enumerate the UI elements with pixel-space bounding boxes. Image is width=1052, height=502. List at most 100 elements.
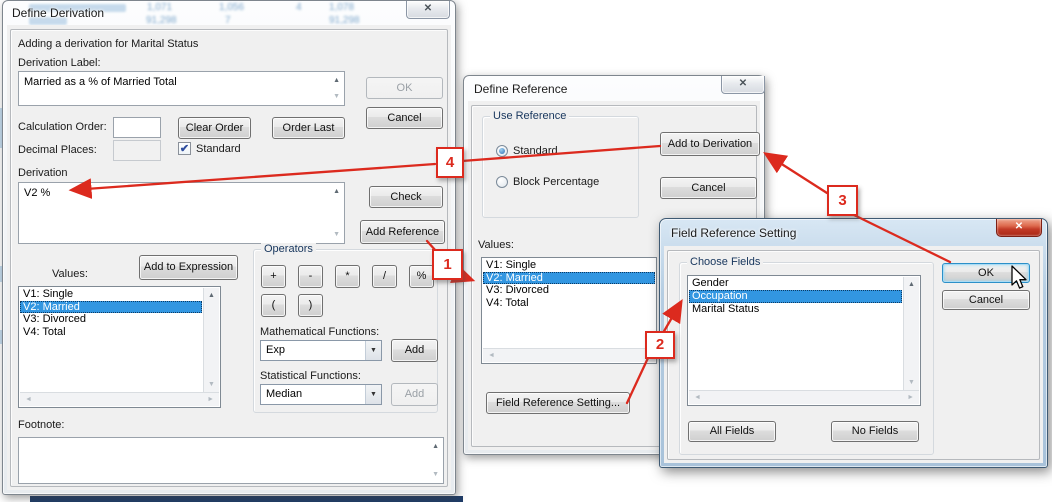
background-table-fragment: 1,056 (219, 2, 244, 13)
scroll-up-icon[interactable]: ▲ (333, 188, 340, 195)
order-last-button[interactable]: Order Last (272, 117, 345, 139)
math-function-selected: Exp (266, 344, 285, 356)
block-percentage-radio[interactable] (496, 176, 508, 188)
decimal-places-input[interactable] (113, 140, 161, 161)
scroll-down-icon[interactable]: ▼ (908, 379, 915, 386)
operator-plus-button[interactable]: + (261, 265, 286, 288)
values-listbox[interactable]: V1: Single V2: Married V3: Divorced V4: … (481, 257, 657, 364)
window-title: Field Reference Setting (671, 226, 796, 240)
step-4-badge: 4 (436, 147, 464, 178)
math-add-button[interactable]: Add (391, 339, 438, 362)
scroll-down-icon[interactable]: ▼ (333, 231, 340, 238)
standard-radio[interactable] (496, 145, 508, 157)
list-item[interactable]: Gender (689, 277, 902, 290)
fields-listbox[interactable]: Gender Occupation Marital Status ▲ ▼ ◄ ► (687, 275, 921, 406)
scroll-right-icon[interactable]: ► (207, 396, 214, 403)
cancel-button[interactable]: Cancel (366, 107, 443, 129)
annotation-arrow-3 (766, 154, 827, 193)
background-window-strip (30, 496, 463, 502)
scroll-left-icon[interactable]: ◄ (25, 396, 32, 403)
derivation-label-field[interactable]: Married as a % of Married Total ▲ ▼ (18, 71, 345, 106)
scroll-down-icon[interactable]: ▼ (432, 471, 439, 478)
math-functions-caption: Mathematical Functions: (260, 326, 379, 338)
scroll-right-icon[interactable]: ► (907, 394, 914, 401)
list-item[interactable]: V3: Divorced (20, 313, 202, 326)
clear-order-button[interactable]: Clear Order (178, 117, 251, 139)
close-button[interactable]: ✕ (406, 1, 450, 19)
decimal-places-caption: Decimal Places: (18, 144, 97, 156)
horizontal-scrollbar[interactable]: ◄ ► (689, 390, 919, 404)
dropdown-arrow-icon[interactable]: ▼ (365, 385, 381, 404)
use-reference-caption: Use Reference (490, 110, 569, 122)
check-icon: ✔ (180, 143, 189, 155)
operator-divide-button[interactable]: / (372, 265, 397, 288)
horizontal-scrollbar[interactable]: ◄ ► (20, 392, 219, 406)
use-reference-group (482, 116, 639, 218)
operator-multiply-button[interactable]: * (335, 265, 360, 288)
vertical-scrollbar[interactable]: ▲ ▼ (203, 288, 219, 392)
add-to-derivation-button[interactable]: Add to Derivation (660, 132, 760, 156)
radio-selected-dot (499, 148, 505, 154)
ok-button[interactable]: OK (366, 77, 443, 99)
operator-percent-button[interactable]: % (409, 265, 434, 288)
check-button[interactable]: Check (369, 186, 443, 208)
list-item[interactable]: V3: Divorced (483, 284, 655, 297)
scroll-up-icon[interactable]: ▲ (208, 292, 215, 299)
scroll-left-icon[interactable]: ◄ (488, 352, 495, 359)
no-fields-button[interactable]: No Fields (831, 421, 919, 442)
scroll-down-icon[interactable]: ▼ (333, 93, 340, 100)
derivation-label-value: Married as a % of Married Total (24, 76, 177, 88)
vertical-scrollbar[interactable]: ▲ ▼ (903, 277, 919, 390)
standard-checkbox-label: Standard (196, 143, 241, 155)
values-caption: Values: (52, 268, 88, 280)
stat-functions-dropdown[interactable]: Median ▼ (260, 384, 382, 405)
dropdown-arrow-icon[interactable]: ▼ (365, 341, 381, 360)
add-to-expression-button[interactable]: Add to Expression (139, 255, 238, 280)
close-icon: ✕ (739, 78, 747, 89)
derivation-field[interactable]: V2 % ▲ ▼ (18, 182, 345, 244)
calculation-order-input[interactable] (113, 117, 161, 138)
calculation-order-caption: Calculation Order: (18, 121, 107, 133)
operator-minus-button[interactable]: - (298, 265, 323, 288)
all-fields-button[interactable]: All Fields (688, 421, 776, 442)
close-button[interactable]: ✕ (996, 219, 1042, 237)
horizontal-scrollbar[interactable]: ◄ (483, 348, 655, 362)
list-item[interactable]: V4: Total (483, 297, 655, 310)
list-item-selected[interactable]: V2: Married (483, 272, 655, 285)
list-item[interactable]: V1: Single (20, 288, 202, 301)
operator-close-paren-button[interactable]: ) (298, 294, 323, 317)
close-icon: ✕ (1015, 221, 1023, 232)
background-table-fragment: 4 (296, 2, 302, 13)
list-item-selected[interactable]: Occupation (689, 290, 902, 303)
window-title: Define Reference (474, 82, 567, 96)
window-title: Define Derivation (12, 6, 104, 20)
scroll-down-icon[interactable]: ▼ (208, 381, 215, 388)
define-derivation-dialog: 1,071 1,056 4 1,078 91,298 7 91,298 Defi… (2, 0, 456, 495)
background-table-fragment: 1,078 (329, 2, 354, 13)
cancel-button[interactable]: Cancel (942, 290, 1030, 310)
math-functions-dropdown[interactable]: Exp ▼ (260, 340, 382, 361)
field-reference-setting-button[interactable]: Field Reference Setting... (486, 392, 630, 414)
list-item[interactable]: Marital Status (689, 303, 902, 316)
scroll-up-icon[interactable]: ▲ (908, 281, 915, 288)
standard-checkbox[interactable]: ✔ (178, 142, 191, 155)
intro-text: Adding a derivation for Marital Status (18, 38, 198, 50)
scroll-up-icon[interactable]: ▲ (333, 77, 340, 84)
list-item[interactable]: V1: Single (483, 259, 655, 272)
cancel-button[interactable]: Cancel (660, 177, 757, 199)
footnote-field[interactable]: ▲ ▼ (18, 437, 444, 484)
derivation-caption: Derivation (18, 167, 68, 179)
stat-add-button[interactable]: Add (391, 383, 438, 406)
step-2-badge: 2 (645, 331, 675, 359)
close-button[interactable]: ✕ (721, 76, 765, 94)
standard-radio-label: Standard (513, 145, 558, 157)
list-item[interactable]: V4: Total (20, 326, 202, 339)
block-percentage-radio-label: Block Percentage (513, 176, 599, 188)
scroll-left-icon[interactable]: ◄ (694, 394, 701, 401)
values-listbox[interactable]: V1: Single V2: Married V3: Divorced V4: … (18, 286, 221, 408)
operator-open-paren-button[interactable]: ( (261, 294, 286, 317)
list-item-selected[interactable]: V2: Married (20, 301, 202, 314)
add-reference-button[interactable]: Add Reference (360, 220, 445, 244)
ok-button[interactable]: OK (942, 263, 1030, 283)
scroll-up-icon[interactable]: ▲ (432, 443, 439, 450)
